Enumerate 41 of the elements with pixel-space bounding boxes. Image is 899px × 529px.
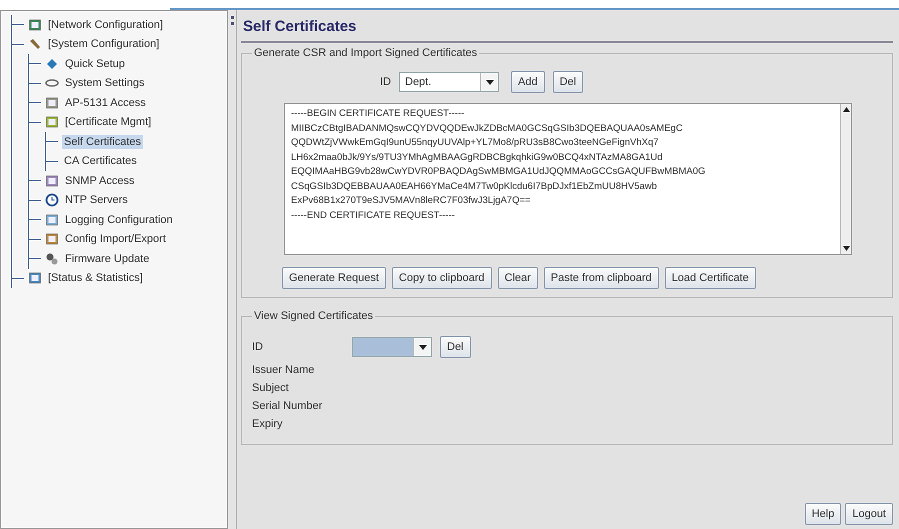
delete-button[interactable]: Del — [440, 336, 471, 358]
tree-item[interactable]: [System Configuration] — [46, 37, 162, 52]
group-title: Generate CSR and Import Signed Certificates — [253, 47, 478, 59]
action-button[interactable]: Generate Request — [282, 267, 386, 289]
action-button[interactable]: Load Certificate — [664, 267, 756, 289]
id-label: ID — [252, 341, 264, 353]
action-button[interactable]: Copy to clipboard — [392, 267, 492, 289]
delete-button[interactable]: Del — [552, 71, 584, 93]
tree-item[interactable]: Logging Configuration — [63, 212, 175, 227]
id-label: ID — [380, 76, 391, 88]
footer-button[interactable]: Help — [804, 503, 842, 525]
tree-item[interactable]: Firmware Update — [63, 252, 152, 266]
clock-icon — [45, 193, 59, 208]
action-button[interactable]: Paste from clipboard — [544, 267, 659, 289]
action-button[interactable]: Clear — [498, 267, 538, 289]
field-label: Serial Number — [252, 400, 322, 412]
scroll-up-icon[interactable] — [842, 107, 850, 112]
scroll-down-icon[interactable] — [842, 246, 850, 251]
tree-item[interactable]: CA Certificates — [62, 154, 139, 168]
add-button[interactable]: Add — [511, 71, 545, 93]
tree-item[interactable]: AP-5131 Access — [63, 96, 148, 110]
tree-item[interactable]: Quick Setup — [63, 56, 127, 71]
tree-item[interactable]: [Status & Statistics] — [46, 271, 145, 286]
diamond-icon — [45, 56, 59, 71]
certificate-request-field[interactable]: -----BEGIN CERTIFICATE REQUEST----- MIIBCzCBtgIBADANMQswCQYDVQQDEwJkZDBcMA0GCSqGSIb3DQEBAQUAA0sAMEgC QQDWtZjVWwkEmGqI9unU55nqyUUVAlp+YL7Mo8/pRU3sB8Cwo3teeNGeFignVhXq7 LH6x2maa0bJk/9Ys/9TU3YMhAgMBAAGgRDBCBgkqhkiG9w0BCQ4xNTAzMA8GA1Ud EQQIMAaHBG9vb28wCwYDVR0PBAQDAgSwMBMGA1UdJQQMMAoGCCsGAQUFBwMBMA0G CSqGSIb3DQEBBAUAA0EAH66YMaCe4M7Tw0pKlcdu6I7BpDJxf1EbZmUU8HV5awb ExPv68B1x270T9eSJV5MAVn8leRC7F03fwJ3LjgA7Q== -----END CERTIFICATE REQUEST----- — [284, 103, 852, 255]
tree-item[interactable]: Config Import/Export — [63, 232, 168, 246]
field-label: Expiry — [252, 418, 283, 430]
caret-icon — [418, 344, 426, 350]
field-label: Subject — [252, 382, 289, 394]
tree-item[interactable]: System Settings — [63, 76, 146, 90]
tree-item[interactable]: [Network Configuration] — [46, 18, 165, 32]
footer-button[interactable]: Logout — [845, 503, 893, 525]
caret-icon — [486, 80, 494, 84]
tree-item[interactable]: NTP Servers — [63, 193, 130, 208]
tree-item[interactable]: Self Certificates — [62, 134, 144, 149]
page-title: Self Certificates — [241, 10, 893, 43]
group-title: View Signed Certificates — [253, 310, 374, 322]
field-label: Issuer Name — [252, 364, 314, 376]
id-dropdown[interactable]: Dept. — [399, 72, 499, 92]
tree-item[interactable]: [Certificate Mgmt] — [63, 115, 154, 130]
tree-item[interactable]: SNMP Access — [63, 174, 136, 188]
